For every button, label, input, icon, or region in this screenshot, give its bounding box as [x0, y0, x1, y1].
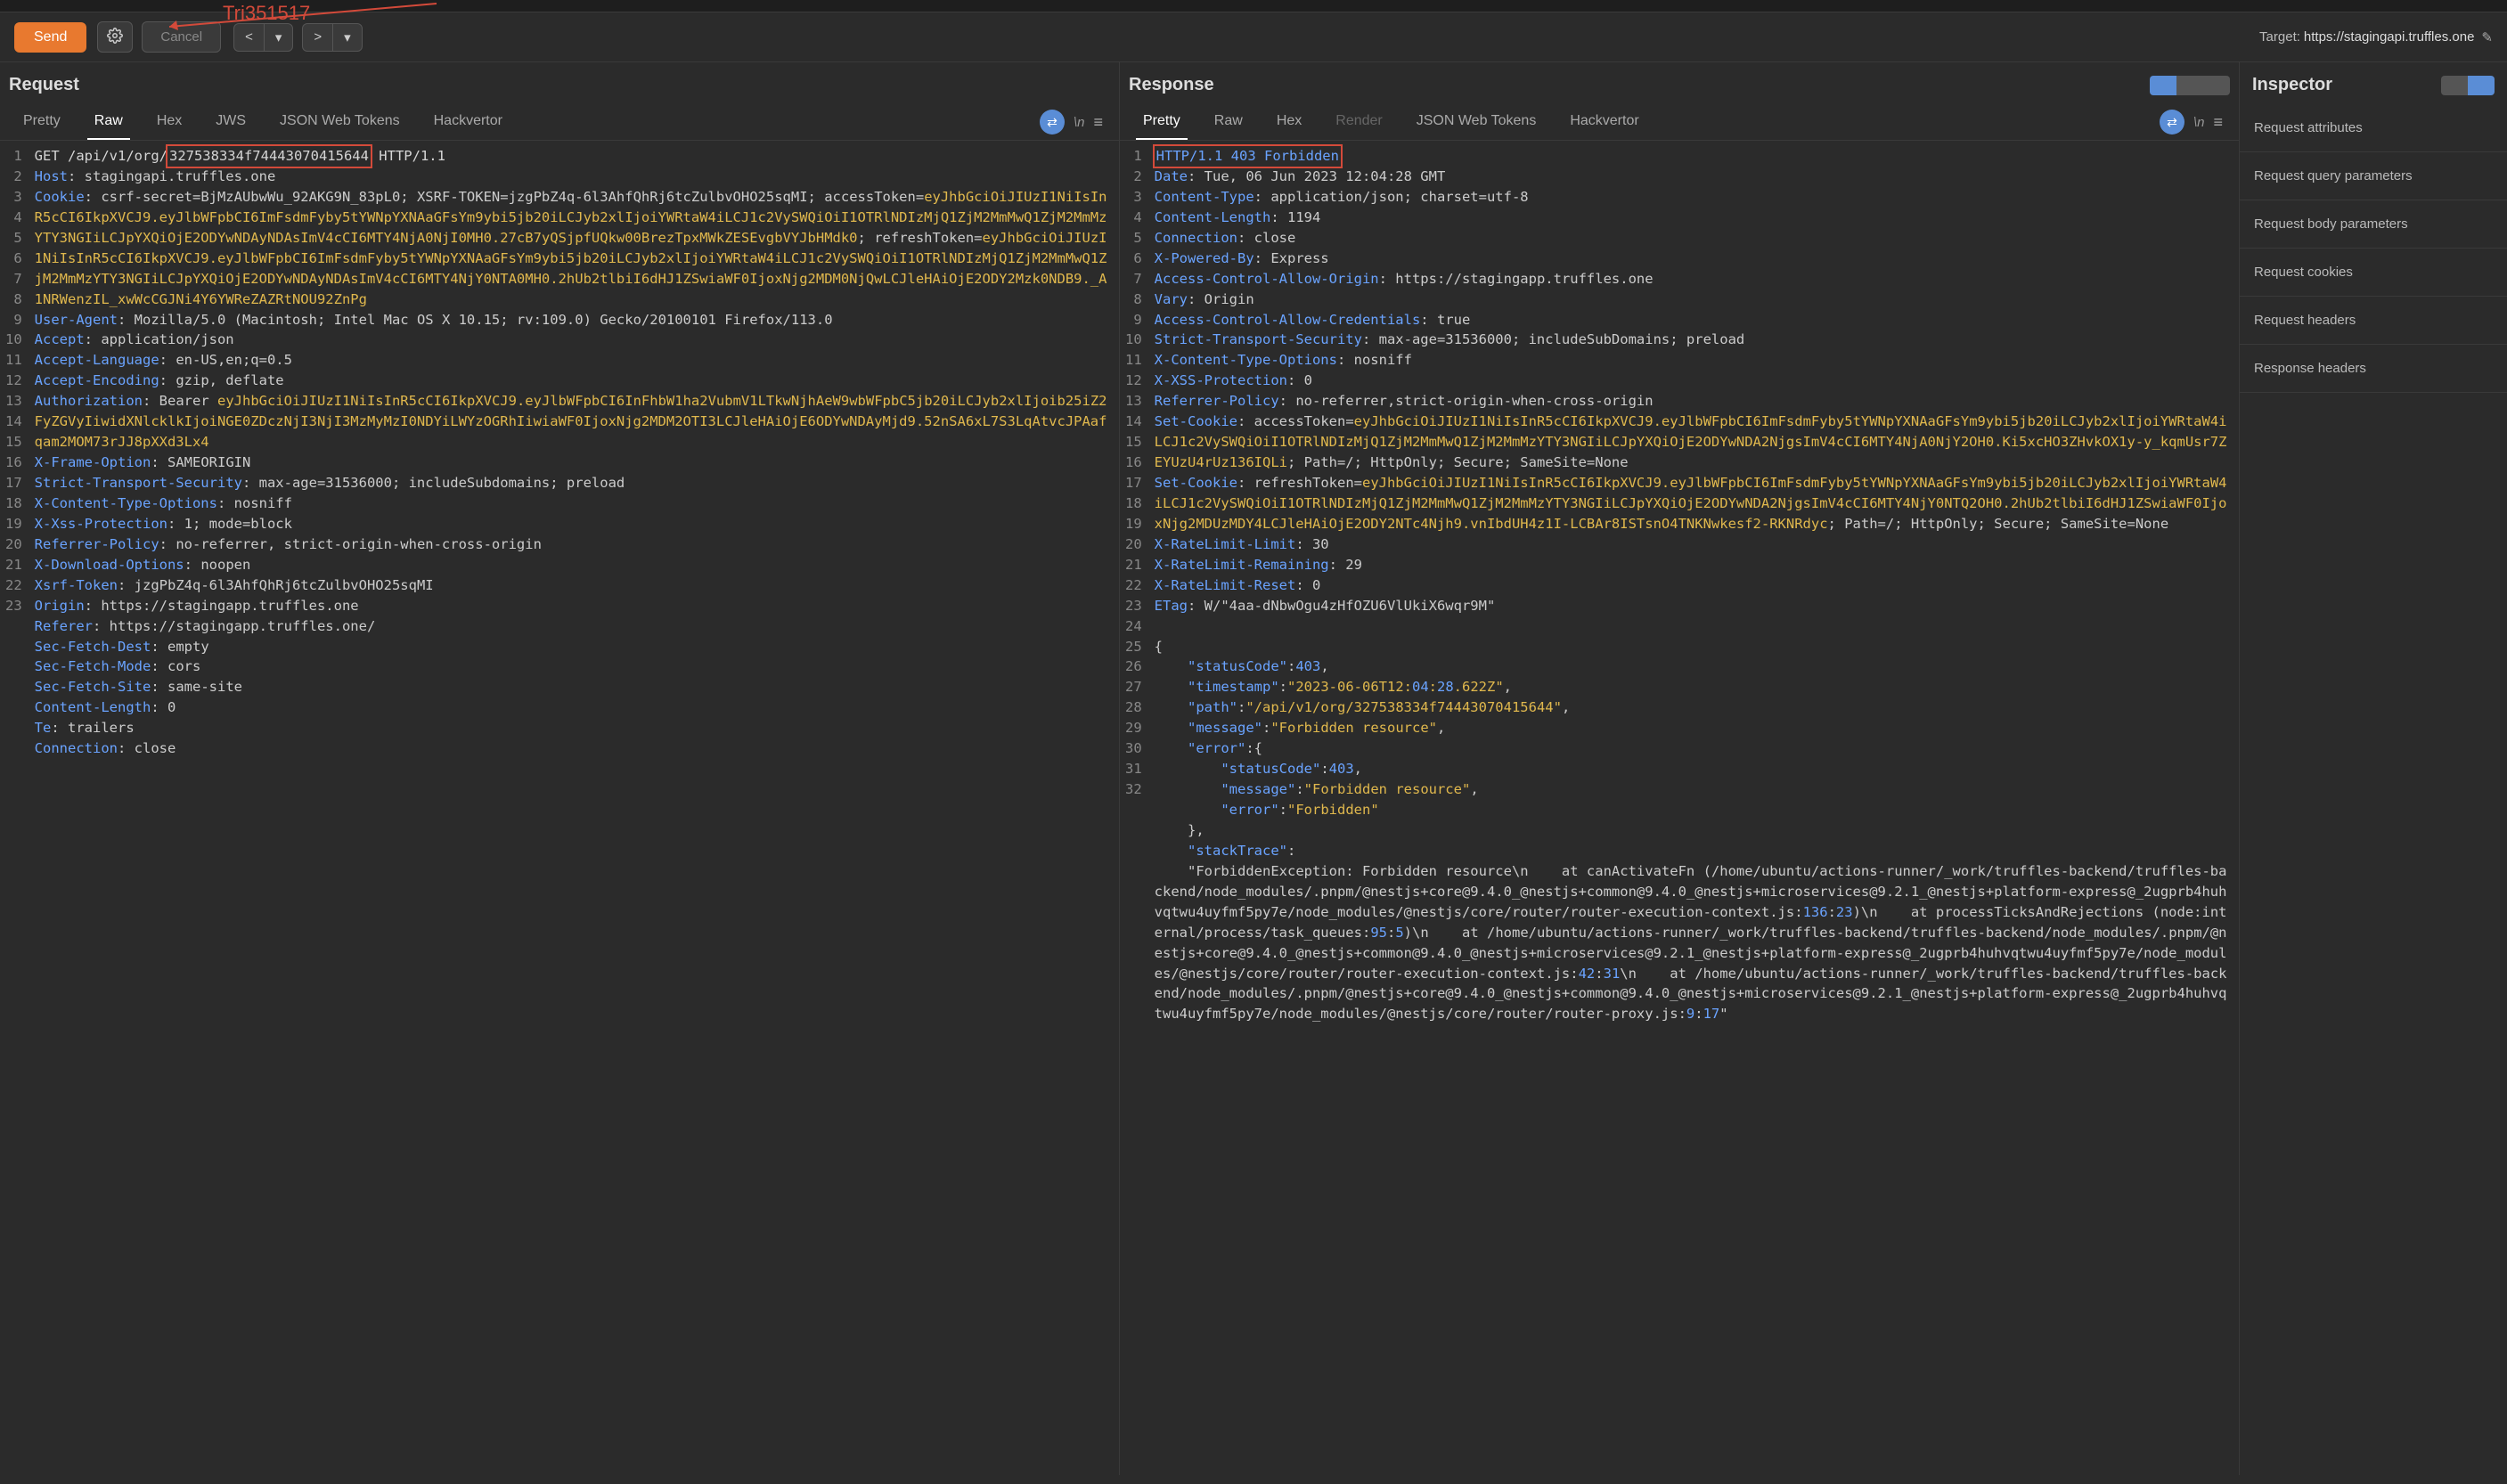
- response-editor[interactable]: 1 2 3 4 5 6 7 8 9 10 11 12 13 14 15 16 1…: [1120, 141, 2239, 1475]
- layout-combined-button[interactable]: [2203, 76, 2230, 95]
- history-back-dropdown[interactable]: ▾: [264, 23, 294, 52]
- newline-toggle-resp[interactable]: \n: [2193, 115, 2205, 130]
- target-value: https://stagingapi.truffles.one: [2304, 29, 2475, 45]
- response-tabs: Pretty Raw Hex Render JSON Web Tokens Ha…: [1120, 104, 2239, 141]
- arrows-icon: ⇄: [1047, 115, 1058, 130]
- gear-icon: [107, 28, 123, 46]
- tab-pretty[interactable]: Pretty: [16, 104, 68, 140]
- response-menu-icon[interactable]: ≡: [2213, 113, 2223, 132]
- request-panel: Request Tri351517 Pretty Raw Hex JWS JSO…: [0, 62, 1120, 1475]
- tab-render-resp[interactable]: Render: [1328, 104, 1389, 140]
- tab-raw[interactable]: Raw: [87, 104, 130, 140]
- target-label: Target:: [2259, 29, 2300, 45]
- history-forward-button[interactable]: >: [302, 23, 332, 52]
- settings-button[interactable]: [97, 21, 133, 53]
- history-forward-dropdown[interactable]: ▾: [332, 23, 363, 52]
- inspector-item-request-query-params[interactable]: Request query parameters: [2240, 152, 2507, 200]
- tab-strip: [0, 0, 2507, 12]
- response-action-button[interactable]: ⇄: [2160, 110, 2184, 135]
- history-back-group: < ▾: [233, 23, 293, 52]
- history-forward-group: > ▾: [302, 23, 362, 52]
- inspector-panel: Inspector Request attributes Request que…: [2240, 62, 2507, 1475]
- request-editor[interactable]: 1 2 3 4 5 6 7 8 9 10 11 12 13 14 15 16 1…: [0, 141, 1119, 1475]
- inspector-item-request-headers[interactable]: Request headers: [2240, 297, 2507, 345]
- response-title: Response: [1129, 75, 1214, 95]
- send-button[interactable]: Send: [14, 22, 86, 53]
- arrows-icon: ⇄: [2167, 115, 2177, 130]
- newline-toggle[interactable]: \n: [1074, 115, 1085, 130]
- response-line-numbers: 1 2 3 4 5 6 7 8 9 10 11 12 13 14 15 16 1…: [1120, 141, 1151, 1475]
- inspector-item-request-body-params[interactable]: Request body parameters: [2240, 200, 2507, 249]
- inspector-item-response-headers[interactable]: Response headers: [2240, 345, 2507, 393]
- inspector-layout-a[interactable]: [2441, 76, 2468, 95]
- target-display: Target: https://stagingapi.truffles.one …: [2259, 29, 2493, 45]
- request-menu-icon[interactable]: ≡: [1093, 113, 1103, 132]
- inspector-item-request-cookies[interactable]: Request cookies: [2240, 249, 2507, 297]
- tab-hex[interactable]: Hex: [150, 104, 189, 140]
- layout-horizontal-button[interactable]: [2150, 76, 2176, 95]
- request-code[interactable]: GET /api/v1/org/327538334f74443070415644…: [31, 141, 1119, 1475]
- tab-hackvertor-resp[interactable]: Hackvertor: [1563, 104, 1645, 140]
- request-header: Request Tri351517: [0, 62, 1119, 104]
- response-header: Response: [1120, 62, 2239, 104]
- response-panel: Response Pretty Raw Hex Render JSON Web …: [1120, 62, 2240, 1475]
- layout-toggle: [2150, 76, 2230, 95]
- tab-hex-resp[interactable]: Hex: [1270, 104, 1309, 140]
- inspector-layout-toggle: [2441, 76, 2495, 95]
- main-split: Request Tri351517 Pretty Raw Hex JWS JSO…: [0, 62, 2507, 1475]
- request-action-button[interactable]: ⇄: [1040, 110, 1065, 135]
- request-tabs: Pretty Raw Hex JWS JSON Web Tokens Hackv…: [0, 104, 1119, 141]
- request-line-numbers: 1 2 3 4 5 6 7 8 9 10 11 12 13 14 15 16 1…: [0, 141, 31, 1475]
- tab-pretty-resp[interactable]: Pretty: [1136, 104, 1188, 140]
- inspector-header: Inspector: [2240, 62, 2507, 104]
- layout-vertical-button[interactable]: [2176, 76, 2203, 95]
- tab-hackvertor[interactable]: Hackvertor: [427, 104, 510, 140]
- toolbar: Send Cancel < ▾ > ▾ Target: https://stag…: [0, 12, 2507, 62]
- inspector-item-request-attributes[interactable]: Request attributes: [2240, 104, 2507, 152]
- edit-target-icon[interactable]: ✎: [2481, 29, 2493, 45]
- tab-raw-resp[interactable]: Raw: [1207, 104, 1250, 140]
- response-code[interactable]: HTTP/1.1 403 Forbidden Date: Tue, 06 Jun…: [1151, 141, 2239, 1475]
- cancel-button[interactable]: Cancel: [142, 21, 221, 53]
- tab-jwt-resp[interactable]: JSON Web Tokens: [1409, 104, 1544, 140]
- tab-jws[interactable]: JWS: [208, 104, 253, 140]
- tab-json-web-tokens[interactable]: JSON Web Tokens: [273, 104, 407, 140]
- history-back-button[interactable]: <: [233, 23, 264, 52]
- request-title: Request: [9, 75, 79, 95]
- inspector-layout-b[interactable]: [2468, 76, 2495, 95]
- inspector-title: Inspector: [2252, 75, 2332, 95]
